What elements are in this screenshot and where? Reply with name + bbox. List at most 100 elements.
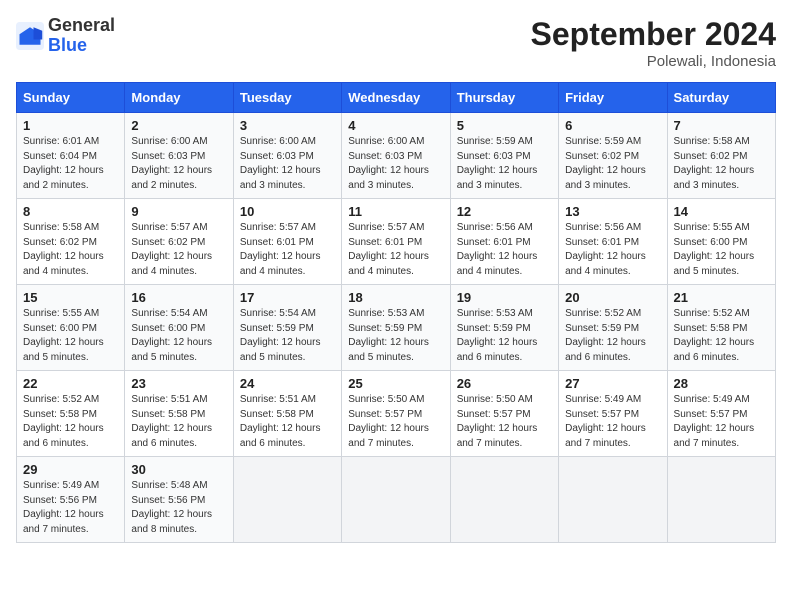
- day-info: Sunrise: 5:49 AM Sunset: 5:57 PM Dayligh…: [565, 393, 660, 451]
- calendar-week-row: 8 Sunrise: 5:58 AM Sunset: 6:02 PM Dayli…: [17, 199, 776, 285]
- day-number: 19: [457, 290, 552, 305]
- calendar-cell: 27 Sunrise: 5:49 AM Sunset: 5:57 PM Dayl…: [559, 371, 667, 457]
- logo-icon: [16, 22, 44, 50]
- header-saturday: Saturday: [667, 83, 775, 113]
- header-sunday: Sunday: [17, 83, 125, 113]
- calendar-cell: 17 Sunrise: 5:54 AM Sunset: 5:59 PM Dayl…: [233, 285, 341, 371]
- day-info: Sunrise: 5:49 AM Sunset: 5:57 PM Dayligh…: [674, 393, 769, 451]
- calendar-cell: 28 Sunrise: 5:49 AM Sunset: 5:57 PM Dayl…: [667, 371, 775, 457]
- calendar-cell: 11 Sunrise: 5:57 AM Sunset: 6:01 PM Dayl…: [342, 199, 450, 285]
- day-info: Sunrise: 5:58 AM Sunset: 6:02 PM Dayligh…: [23, 221, 118, 279]
- day-number: 1: [23, 118, 118, 133]
- calendar-cell: 14 Sunrise: 5:55 AM Sunset: 6:00 PM Dayl…: [667, 199, 775, 285]
- calendar-cell: 6 Sunrise: 5:59 AM Sunset: 6:02 PM Dayli…: [559, 113, 667, 199]
- day-number: 3: [240, 118, 335, 133]
- day-info: Sunrise: 5:53 AM Sunset: 5:59 PM Dayligh…: [457, 307, 552, 365]
- day-info: Sunrise: 5:55 AM Sunset: 6:00 PM Dayligh…: [674, 221, 769, 279]
- calendar-cell: 21 Sunrise: 5:52 AM Sunset: 5:58 PM Dayl…: [667, 285, 775, 371]
- header-monday: Monday: [125, 83, 233, 113]
- calendar-cell: 5 Sunrise: 5:59 AM Sunset: 6:03 PM Dayli…: [450, 113, 558, 199]
- day-number: 17: [240, 290, 335, 305]
- day-info: Sunrise: 5:53 AM Sunset: 5:59 PM Dayligh…: [348, 307, 443, 365]
- day-number: 8: [23, 204, 118, 219]
- calendar-cell: [450, 457, 558, 543]
- calendar-cell: 26 Sunrise: 5:50 AM Sunset: 5:57 PM Dayl…: [450, 371, 558, 457]
- logo-blue-text: Blue: [48, 35, 87, 55]
- page-header: General Blue September 2024 Polewali, In…: [16, 16, 776, 70]
- day-info: Sunrise: 5:59 AM Sunset: 6:02 PM Dayligh…: [565, 135, 660, 193]
- calendar-cell: [559, 457, 667, 543]
- day-info: Sunrise: 5:57 AM Sunset: 6:01 PM Dayligh…: [348, 221, 443, 279]
- calendar-cell: 15 Sunrise: 5:55 AM Sunset: 6:00 PM Dayl…: [17, 285, 125, 371]
- day-info: Sunrise: 5:52 AM Sunset: 5:58 PM Dayligh…: [23, 393, 118, 451]
- day-info: Sunrise: 5:57 AM Sunset: 6:01 PM Dayligh…: [240, 221, 335, 279]
- calendar-cell: 25 Sunrise: 5:50 AM Sunset: 5:57 PM Dayl…: [342, 371, 450, 457]
- calendar-cell: 18 Sunrise: 5:53 AM Sunset: 5:59 PM Dayl…: [342, 285, 450, 371]
- calendar-cell: 10 Sunrise: 5:57 AM Sunset: 6:01 PM Dayl…: [233, 199, 341, 285]
- day-number: 2: [131, 118, 226, 133]
- day-info: Sunrise: 6:00 AM Sunset: 6:03 PM Dayligh…: [131, 135, 226, 193]
- calendar-cell: 23 Sunrise: 5:51 AM Sunset: 5:58 PM Dayl…: [125, 371, 233, 457]
- day-info: Sunrise: 5:51 AM Sunset: 5:58 PM Dayligh…: [240, 393, 335, 451]
- day-number: 27: [565, 376, 660, 391]
- weekday-header-row: Sunday Monday Tuesday Wednesday Thursday…: [17, 83, 776, 113]
- day-number: 23: [131, 376, 226, 391]
- day-number: 30: [131, 462, 226, 477]
- day-info: Sunrise: 5:52 AM Sunset: 5:59 PM Dayligh…: [565, 307, 660, 365]
- day-info: Sunrise: 5:54 AM Sunset: 5:59 PM Dayligh…: [240, 307, 335, 365]
- day-number: 24: [240, 376, 335, 391]
- day-number: 25: [348, 376, 443, 391]
- day-info: Sunrise: 5:52 AM Sunset: 5:58 PM Dayligh…: [674, 307, 769, 365]
- day-info: Sunrise: 6:01 AM Sunset: 6:04 PM Dayligh…: [23, 135, 118, 193]
- day-number: 4: [348, 118, 443, 133]
- day-info: Sunrise: 5:58 AM Sunset: 6:02 PM Dayligh…: [674, 135, 769, 193]
- calendar-cell: 4 Sunrise: 6:00 AM Sunset: 6:03 PM Dayli…: [342, 113, 450, 199]
- calendar-cell: 22 Sunrise: 5:52 AM Sunset: 5:58 PM Dayl…: [17, 371, 125, 457]
- day-number: 28: [674, 376, 769, 391]
- day-info: Sunrise: 5:48 AM Sunset: 5:56 PM Dayligh…: [131, 479, 226, 537]
- day-number: 10: [240, 204, 335, 219]
- day-info: Sunrise: 5:50 AM Sunset: 5:57 PM Dayligh…: [348, 393, 443, 451]
- calendar-cell: 30 Sunrise: 5:48 AM Sunset: 5:56 PM Dayl…: [125, 457, 233, 543]
- calendar-cell: 16 Sunrise: 5:54 AM Sunset: 6:00 PM Dayl…: [125, 285, 233, 371]
- day-number: 6: [565, 118, 660, 133]
- day-info: Sunrise: 5:56 AM Sunset: 6:01 PM Dayligh…: [457, 221, 552, 279]
- calendar-cell: 2 Sunrise: 6:00 AM Sunset: 6:03 PM Dayli…: [125, 113, 233, 199]
- logo: General Blue: [16, 16, 115, 56]
- day-info: Sunrise: 5:51 AM Sunset: 5:58 PM Dayligh…: [131, 393, 226, 451]
- day-number: 26: [457, 376, 552, 391]
- calendar-cell: 13 Sunrise: 5:56 AM Sunset: 6:01 PM Dayl…: [559, 199, 667, 285]
- day-info: Sunrise: 5:59 AM Sunset: 6:03 PM Dayligh…: [457, 135, 552, 193]
- day-number: 21: [674, 290, 769, 305]
- logo-general-text: General: [48, 15, 115, 35]
- day-number: 15: [23, 290, 118, 305]
- calendar-table: Sunday Monday Tuesday Wednesday Thursday…: [16, 82, 776, 543]
- day-info: Sunrise: 5:54 AM Sunset: 6:00 PM Dayligh…: [131, 307, 226, 365]
- calendar-cell: 1 Sunrise: 6:01 AM Sunset: 6:04 PM Dayli…: [17, 113, 125, 199]
- calendar-cell: 24 Sunrise: 5:51 AM Sunset: 5:58 PM Dayl…: [233, 371, 341, 457]
- header-tuesday: Tuesday: [233, 83, 341, 113]
- calendar-cell: 19 Sunrise: 5:53 AM Sunset: 5:59 PM Dayl…: [450, 285, 558, 371]
- calendar-cell: 20 Sunrise: 5:52 AM Sunset: 5:59 PM Dayl…: [559, 285, 667, 371]
- day-number: 5: [457, 118, 552, 133]
- calendar-cell: 29 Sunrise: 5:49 AM Sunset: 5:56 PM Dayl…: [17, 457, 125, 543]
- day-info: Sunrise: 5:50 AM Sunset: 5:57 PM Dayligh…: [457, 393, 552, 451]
- calendar-cell: 3 Sunrise: 6:00 AM Sunset: 6:03 PM Dayli…: [233, 113, 341, 199]
- header-friday: Friday: [559, 83, 667, 113]
- day-info: Sunrise: 5:55 AM Sunset: 6:00 PM Dayligh…: [23, 307, 118, 365]
- day-info: Sunrise: 5:56 AM Sunset: 6:01 PM Dayligh…: [565, 221, 660, 279]
- calendar-cell: 8 Sunrise: 5:58 AM Sunset: 6:02 PM Dayli…: [17, 199, 125, 285]
- location: Polewali, Indonesia: [531, 53, 776, 70]
- calendar-cell: 9 Sunrise: 5:57 AM Sunset: 6:02 PM Dayli…: [125, 199, 233, 285]
- day-number: 9: [131, 204, 226, 219]
- day-info: Sunrise: 6:00 AM Sunset: 6:03 PM Dayligh…: [240, 135, 335, 193]
- day-number: 7: [674, 118, 769, 133]
- day-info: Sunrise: 6:00 AM Sunset: 6:03 PM Dayligh…: [348, 135, 443, 193]
- day-number: 29: [23, 462, 118, 477]
- calendar-week-row: 1 Sunrise: 6:01 AM Sunset: 6:04 PM Dayli…: [17, 113, 776, 199]
- calendar-cell: [233, 457, 341, 543]
- calendar-week-row: 22 Sunrise: 5:52 AM Sunset: 5:58 PM Dayl…: [17, 371, 776, 457]
- calendar-week-row: 15 Sunrise: 5:55 AM Sunset: 6:00 PM Dayl…: [17, 285, 776, 371]
- calendar-cell: 7 Sunrise: 5:58 AM Sunset: 6:02 PM Dayli…: [667, 113, 775, 199]
- day-info: Sunrise: 5:57 AM Sunset: 6:02 PM Dayligh…: [131, 221, 226, 279]
